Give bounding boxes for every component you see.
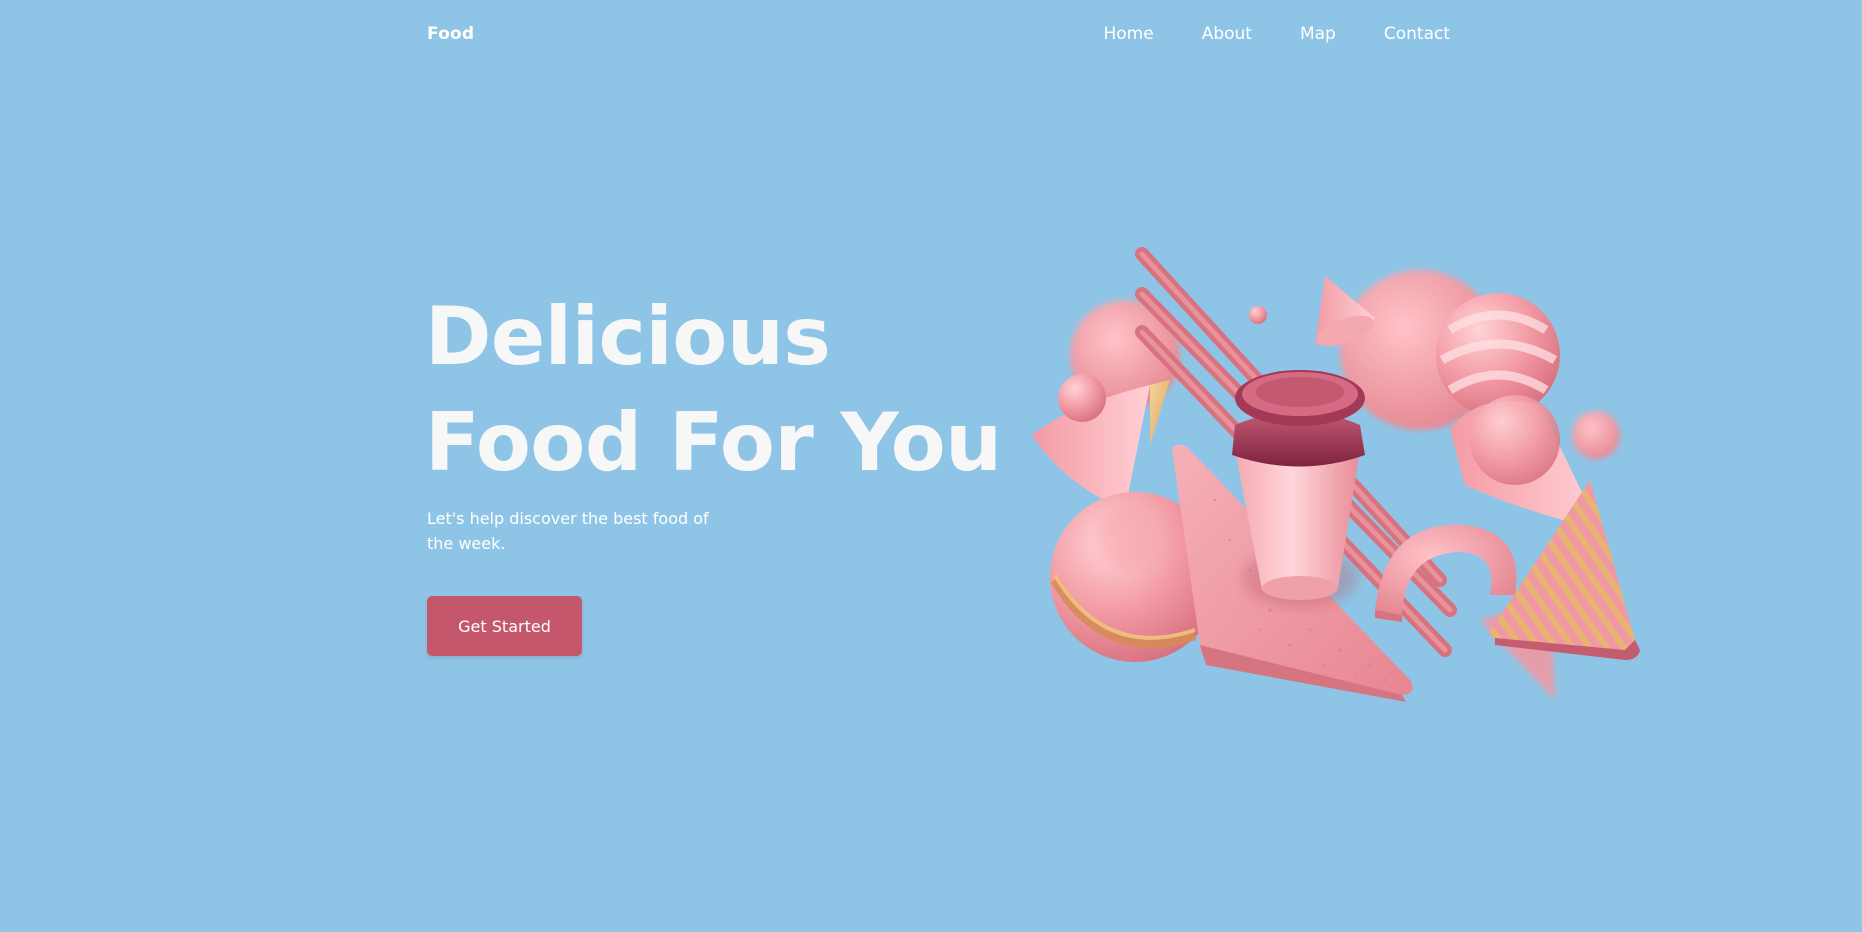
nav-link-map[interactable]: Map bbox=[1300, 24, 1336, 44]
hero-title: Delicious Food For You bbox=[425, 284, 1002, 496]
get-started-button[interactable]: Get Started bbox=[427, 596, 582, 656]
landing-page: Food Home About Map Contact Delicious Fo… bbox=[0, 0, 1862, 932]
nav-link-contact[interactable]: Contact bbox=[1384, 24, 1450, 44]
site-logo[interactable]: Food bbox=[427, 24, 474, 44]
nav-link-home[interactable]: Home bbox=[1104, 24, 1154, 44]
hero-title-line-2: Food For You bbox=[425, 396, 1002, 489]
hero-title-line-1: Delicious bbox=[425, 290, 831, 383]
nav-link-about[interactable]: About bbox=[1202, 24, 1252, 44]
main-nav: Home About Map Contact bbox=[1104, 24, 1451, 44]
hero-subtitle: Let's help discover the best food of the… bbox=[427, 509, 709, 553]
food-shapes-illustration-icon bbox=[1032, 247, 1640, 702]
hero-illustration bbox=[1010, 240, 1660, 720]
